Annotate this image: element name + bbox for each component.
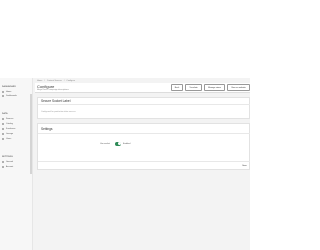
- save-button[interactable]: Save: [239, 163, 250, 168]
- toggle-state: Enabled: [123, 143, 131, 145]
- settings-card: [37, 123, 250, 170]
- sidebar-section-title: DATA: [2, 113, 8, 115]
- catalog-icon: [2, 122, 4, 125]
- sidebar-item-label: Lineage: [6, 132, 14, 135]
- sidebar-item-users[interactable]: Users: [2, 137, 11, 140]
- sidebar-section-title: SETTINGS: [2, 156, 13, 158]
- sidebar-item-label: Account: [6, 165, 14, 168]
- sidebar-item-dashboards[interactable]: Dashboards: [2, 94, 17, 97]
- dashboard-icon: [2, 94, 4, 97]
- sidebar-item-account[interactable]: Account: [2, 165, 13, 168]
- sidebar-item-label: Users: [6, 137, 12, 140]
- breadcrumb: Home / Content Sources / Configure: [37, 80, 77, 82]
- page-subtitle: Mega Reach campaign descriptions: [37, 89, 69, 91]
- sidebar-item-label: Dashboards: [6, 94, 17, 97]
- toggle-label: Use socket: [100, 143, 110, 145]
- breadcrumb-item[interactable]: Content Sources: [47, 80, 62, 82]
- breadcrumb-separator: /: [63, 80, 65, 82]
- gear-icon: [2, 160, 4, 163]
- divider: [38, 161, 250, 162]
- card-title: Secure Socket Label: [41, 98, 71, 103]
- app-window: DASHBOARD Home Dashboards DATA Sources C…: [0, 0, 250, 250]
- sidebar-item-label: Sources: [6, 117, 14, 120]
- sidebar-item-label: Catalog: [6, 122, 13, 125]
- users-icon: [2, 137, 4, 140]
- sidebar-item-label: Home: [6, 90, 12, 93]
- card-title: Settings: [41, 127, 53, 131]
- view-on-website-button[interactable]: View on website: [227, 84, 250, 91]
- sidebar-item-freshness[interactable]: Freshness: [2, 127, 15, 130]
- breadcrumb-item: Configure: [66, 80, 76, 82]
- sidebar-item-sources[interactable]: Sources: [2, 117, 13, 120]
- breadcrumb-item[interactable]: Home: [37, 80, 42, 82]
- manage-views-button[interactable]: Manage views: [204, 84, 225, 91]
- card-note: Configured for production data sources: [41, 111, 76, 113]
- breadcrumb-separator: /: [44, 80, 45, 82]
- sidebar-item-lineage[interactable]: Lineage: [2, 132, 13, 135]
- divider: [38, 133, 250, 134]
- translate-button[interactable]: Translate: [185, 84, 202, 91]
- toggle-knob: [117, 142, 121, 145]
- sidebar-scrollbar[interactable]: [30, 94, 32, 174]
- back-button[interactable]: Back: [171, 84, 183, 91]
- sidebar-item-general[interactable]: General: [2, 160, 13, 163]
- sidebar-item-home[interactable]: Home: [2, 90, 11, 93]
- database-icon: [2, 117, 4, 120]
- lineage-icon: [2, 132, 4, 135]
- clock-icon: [2, 127, 4, 130]
- sidebar-section-title: DASHBOARD: [2, 86, 16, 88]
- sidebar-item-label: Freshness: [6, 127, 16, 130]
- sidebar: [0, 78, 33, 250]
- account-icon: [2, 165, 4, 168]
- sidebar-item-label: General: [6, 160, 14, 163]
- socket-toggle[interactable]: [115, 141, 121, 146]
- sidebar-item-catalog[interactable]: Catalog: [2, 122, 13, 125]
- divider: [38, 104, 250, 105]
- home-icon: [2, 90, 4, 93]
